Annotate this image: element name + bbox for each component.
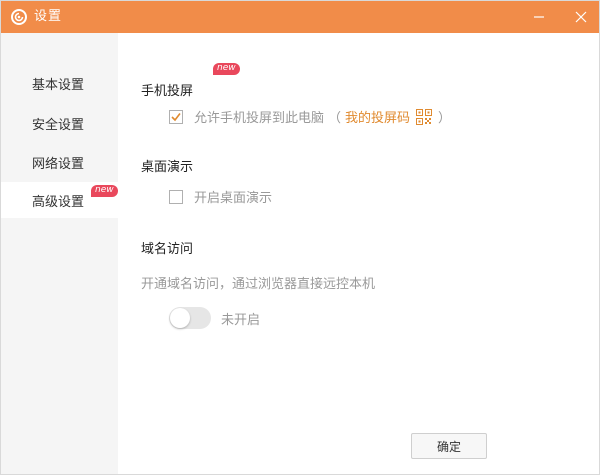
- section-title-desktop-demo: 桌面演示: [141, 160, 194, 175]
- sidebar-item-basic[interactable]: 基本设置: [1, 65, 118, 101]
- toggle-knob: [170, 308, 190, 328]
- desktop-demo-checkbox[interactable]: [169, 189, 183, 204]
- desktop-demo-option: 开启桌面演示: [169, 187, 272, 206]
- section-title-domain-access: 域名访问: [141, 242, 194, 257]
- window-title: 设置: [34, 9, 63, 24]
- domain-access-toggle-row: 未开启: [169, 307, 260, 329]
- minimize-button[interactable]: [519, 1, 559, 33]
- qr-code-icon[interactable]: [416, 108, 433, 125]
- paren-close: ）: [438, 111, 452, 126]
- settings-content: 手机投屏 new 允许手机投屏到此电脑 （ 我的投屏码 ） 桌面演示 开启桌面演…: [118, 33, 599, 474]
- close-icon: [575, 11, 587, 23]
- new-badge: new: [213, 63, 240, 75]
- my-projection-code-link[interactable]: 我的投屏码: [345, 107, 410, 126]
- domain-access-status: 未开启: [221, 312, 261, 328]
- sidebar-item-network[interactable]: 网络设置: [1, 144, 118, 180]
- sidebar-item-security[interactable]: 安全设置: [1, 105, 118, 141]
- settings-window: 设置 基本设置 安全设置 网络设置 高级设置 new 手机投屏 new 允许手机…: [0, 0, 600, 475]
- paren-open: （: [328, 111, 342, 126]
- allow-projection-label: 允许手机投屏到此电脑: [194, 111, 325, 126]
- section-title-screen-projection: 手机投屏: [141, 84, 194, 99]
- sidebar: 基本设置 安全设置 网络设置 高级设置 new: [1, 33, 118, 474]
- domain-access-description: 开通域名访问，通过浏览器直接远控本机: [141, 277, 376, 292]
- title-bar: 设置: [1, 1, 599, 33]
- confirm-button[interactable]: 确定: [411, 433, 487, 459]
- sidebar-item-advanced[interactable]: 高级设置 new: [1, 182, 118, 218]
- desktop-demo-label: 开启桌面演示: [194, 191, 273, 206]
- sidebar-item-label: 网络设置: [32, 156, 85, 172]
- allow-projection-option: 允许手机投屏到此电脑 （ 我的投屏码 ）: [169, 107, 455, 126]
- domain-access-toggle[interactable]: [169, 307, 211, 329]
- sidebar-item-label: 基本设置: [32, 77, 85, 93]
- logo-icon: [11, 9, 27, 25]
- close-button[interactable]: [561, 1, 599, 33]
- allow-projection-checkbox[interactable]: [169, 109, 183, 124]
- new-badge: new: [91, 185, 118, 197]
- sidebar-item-label: 高级设置: [32, 194, 85, 210]
- check-icon: [171, 112, 181, 122]
- sidebar-item-label: 安全设置: [32, 117, 85, 133]
- minimize-icon: [533, 11, 545, 23]
